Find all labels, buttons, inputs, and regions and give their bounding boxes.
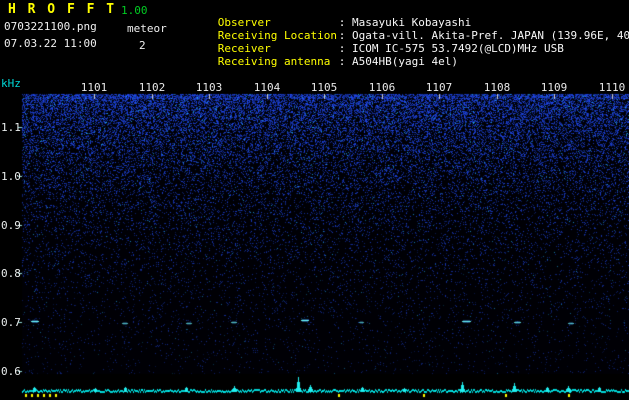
info-value: : A504HB(yagi 4el) [338, 55, 458, 68]
x-tick-label: 1106 [368, 81, 396, 94]
x-tick-label: 1109 [540, 81, 568, 94]
info-row-antenna: Receiving antenna : A504HB(yagi 4el) [178, 42, 458, 81]
datetime-label: 07.03.22 11:00 [4, 37, 97, 50]
info-label: Receiving antenna [217, 55, 331, 68]
y-tick-label: 1.1 [1, 121, 21, 134]
meteor-count: 2 [139, 39, 146, 52]
x-tick-label: 1104 [253, 81, 281, 94]
y-tick-label: 0.9 [1, 219, 21, 232]
x-tick-label: 1110 [598, 81, 626, 94]
output-filename: 0703221100.png [4, 20, 97, 33]
y-tick-label: 0.6 [1, 365, 21, 378]
hrofft-screen: H R O F F T 1.00 0703221100.png meteor 0… [0, 0, 629, 400]
x-tick-label: 1102 [138, 81, 166, 94]
x-tick-label: 1107 [425, 81, 453, 94]
y-tick-label: 0.8 [1, 267, 21, 280]
y-tick-label: 0.7 [1, 316, 21, 329]
x-tick-label: 1101 [80, 81, 108, 94]
y-tick-label: 1.0 [1, 170, 21, 183]
x-tick-label: 1105 [310, 81, 338, 94]
y-axis-unit: kHz [1, 77, 21, 90]
x-tick-label: 1108 [483, 81, 511, 94]
app-title: H R O F F T [8, 2, 117, 17]
x-tick-label: 1103 [195, 81, 223, 94]
mode-label: meteor [127, 22, 167, 35]
app-version: 1.00 [121, 4, 148, 17]
